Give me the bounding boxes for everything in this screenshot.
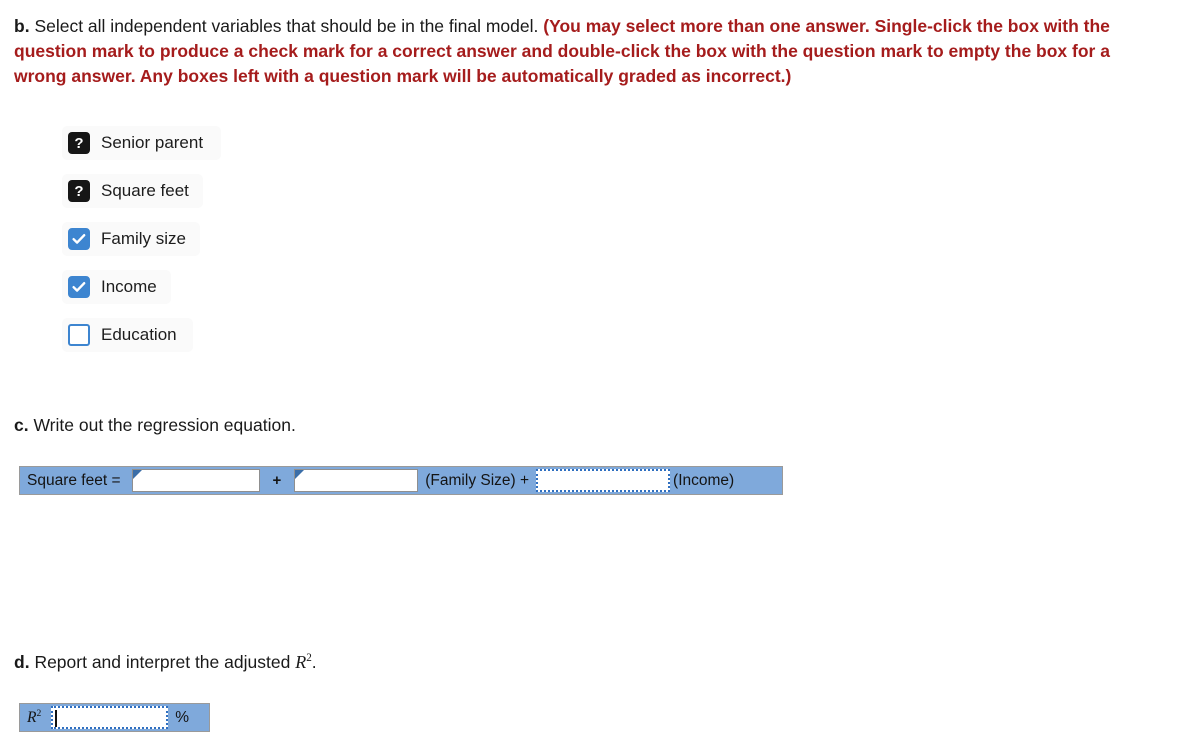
option-row-senior-parent[interactable]: ? Senior parent xyxy=(62,126,222,160)
question-c-label: c. xyxy=(14,415,29,435)
option-row-family-size[interactable]: Family size xyxy=(62,222,201,256)
checkmark-checkbox-icon[interactable] xyxy=(68,276,90,298)
r-squared-lead-label: R2 xyxy=(20,707,48,726)
question-c-text: Write out the regression equation. xyxy=(33,415,296,435)
variable-option-list: ? Senior parent ? Square feet Family siz… xyxy=(62,126,222,366)
regression-equation-bar: Square feet = + (Family Size) + (Income) xyxy=(19,466,783,495)
r-squared-percent-unit: % xyxy=(175,708,190,726)
option-row-income[interactable]: Income xyxy=(62,270,171,304)
check-icon xyxy=(72,234,86,244)
question-b-text: Select all independent variables that sh… xyxy=(34,16,539,36)
question-mark-glyph: ? xyxy=(74,182,84,200)
question-b-prompt: b. Select all independent variables that… xyxy=(14,14,1154,89)
question-c-prompt: c. Write out the regression equation. xyxy=(14,413,296,438)
option-row-education[interactable]: Education xyxy=(62,318,193,352)
option-label-family-size: Family size xyxy=(101,229,187,248)
question-b-label: b. xyxy=(14,16,30,36)
option-label-income: Income xyxy=(101,277,157,296)
question-d-prompt: d. Report and interpret the adjusted R2. xyxy=(14,650,317,675)
math-var-base: R xyxy=(295,652,307,672)
question-mark-checkbox-icon[interactable]: ? xyxy=(68,180,90,202)
option-row-square-feet[interactable]: ? Square feet xyxy=(62,174,203,208)
checkmark-checkbox-icon[interactable] xyxy=(68,228,90,250)
question-mark-checkbox-icon[interactable]: ? xyxy=(68,132,90,154)
text-caret xyxy=(55,710,57,727)
corner-flag-icon xyxy=(132,470,142,479)
equation-intercept-input[interactable] xyxy=(131,469,260,492)
equation-family-size-coefficient-input[interactable] xyxy=(294,469,419,492)
check-icon xyxy=(72,282,86,292)
equation-income-coefficient-input[interactable] xyxy=(536,469,671,492)
r-squared-value-input[interactable] xyxy=(51,706,169,729)
question-mark-glyph: ? xyxy=(74,134,84,152)
corner-flag-icon xyxy=(295,470,305,479)
equation-income-term: (Income) xyxy=(673,471,735,489)
question-d-label: d. xyxy=(14,652,30,672)
option-label-square-feet: Square feet xyxy=(101,181,189,200)
empty-checkbox-icon[interactable] xyxy=(68,324,90,346)
question-d-math-variable: R2 xyxy=(295,652,312,672)
r-squared-exponent: 2 xyxy=(36,707,42,719)
equation-lead-label: Square feet = xyxy=(27,471,121,489)
equation-operator-plus: + xyxy=(272,472,282,489)
option-label-senior-parent: Senior parent xyxy=(101,133,204,152)
option-label-education: Education xyxy=(101,325,177,344)
r-squared-answer-bar: R2 % xyxy=(19,703,210,732)
equation-family-size-term: (Family Size) + xyxy=(425,471,530,489)
question-d-text: Report and interpret the adjusted xyxy=(34,652,291,672)
question-d-text-after: . xyxy=(311,652,317,672)
